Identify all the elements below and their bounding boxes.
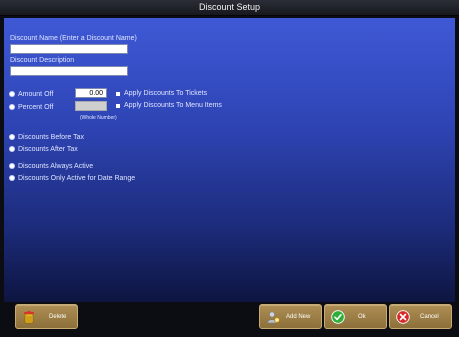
discount-description-label: Discount Description	[10, 57, 75, 64]
discount-setup-window: Discount Setup Discount Name (Enter a Di…	[0, 0, 459, 337]
amount-off-label: Amount Off	[18, 91, 54, 98]
discount-description-field[interactable]	[10, 66, 128, 76]
discount-name-field[interactable]	[10, 44, 128, 54]
title-bar: Discount Setup	[0, 0, 459, 16]
add-new-button[interactable]: Add New	[259, 304, 322, 329]
ok-button[interactable]: Ok	[324, 304, 387, 329]
apply-menu-items-checkbox[interactable]	[116, 104, 120, 108]
discount-name-label: Discount Name (Enter a Discount Name)	[10, 35, 137, 42]
cancel-button[interactable]: Cancel	[389, 304, 452, 329]
percent-off-label: Percent Off	[18, 104, 54, 111]
green-check-icon	[331, 310, 345, 324]
red-x-icon	[396, 310, 410, 324]
ok-button-label: Ok	[358, 314, 366, 320]
trash-can-icon	[24, 311, 34, 324]
add-person-icon	[267, 311, 280, 324]
apply-tickets-checkbox[interactable]	[116, 92, 120, 96]
date-range-radio[interactable]	[10, 176, 14, 180]
date-range-label: Discounts Only Active for Date Range	[18, 175, 136, 182]
delete-button[interactable]: Delete	[15, 304, 78, 329]
percent-off-radio[interactable]	[10, 105, 14, 109]
before-tax-radio[interactable]	[10, 135, 14, 139]
before-tax-label: Discounts Before Tax	[18, 134, 85, 141]
apply-menu-items-label: Apply Discounts To Menu Items	[124, 102, 222, 109]
amount-off-radio[interactable]	[10, 92, 14, 96]
after-tax-label: Discounts After Tax	[18, 146, 78, 153]
always-active-radio[interactable]	[10, 164, 14, 168]
after-tax-radio[interactable]	[10, 147, 14, 151]
whole-number-hint: (Whole Number)	[80, 115, 117, 121]
amount-off-field[interactable]: 0.00	[75, 88, 107, 98]
apply-tickets-label: Apply Discounts To Tickets	[124, 90, 208, 97]
cancel-button-label: Cancel	[420, 314, 439, 320]
discount-form-panel: Discount Name (Enter a Discount Name) Di…	[4, 18, 455, 302]
window-title: Discount Setup	[198, 2, 261, 12]
always-active-label: Discounts Always Active	[18, 163, 94, 170]
delete-button-label: Delete	[49, 314, 67, 320]
add-new-button-label: Add New	[286, 314, 311, 320]
percent-off-field[interactable]	[75, 101, 107, 111]
